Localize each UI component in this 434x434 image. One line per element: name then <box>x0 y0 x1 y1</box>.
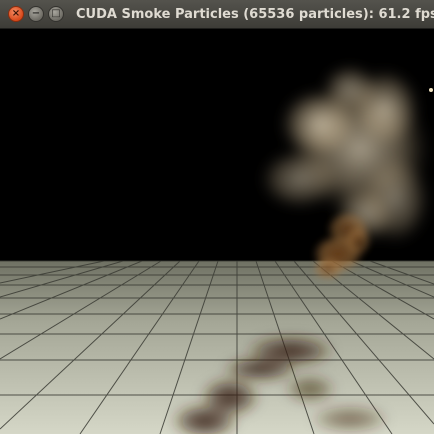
render-viewport[interactable] <box>0 29 434 434</box>
smoke-scene <box>0 29 434 434</box>
title-bar[interactable]: × − □ CUDA Smoke Particles (65536 partic… <box>0 0 434 29</box>
window-controls: × − □ <box>8 6 64 22</box>
minimize-button[interactable]: − <box>28 6 44 22</box>
window-title: CUDA Smoke Particles (65536 particles): … <box>76 7 434 22</box>
maximize-icon: □ <box>51 8 61 19</box>
app-window: × − □ CUDA Smoke Particles (65536 partic… <box>0 0 434 434</box>
minimize-icon: − <box>31 8 41 19</box>
close-icon: × <box>11 8 21 19</box>
particle-speck <box>429 88 433 92</box>
close-button[interactable]: × <box>8 6 24 22</box>
maximize-button[interactable]: □ <box>48 6 64 22</box>
